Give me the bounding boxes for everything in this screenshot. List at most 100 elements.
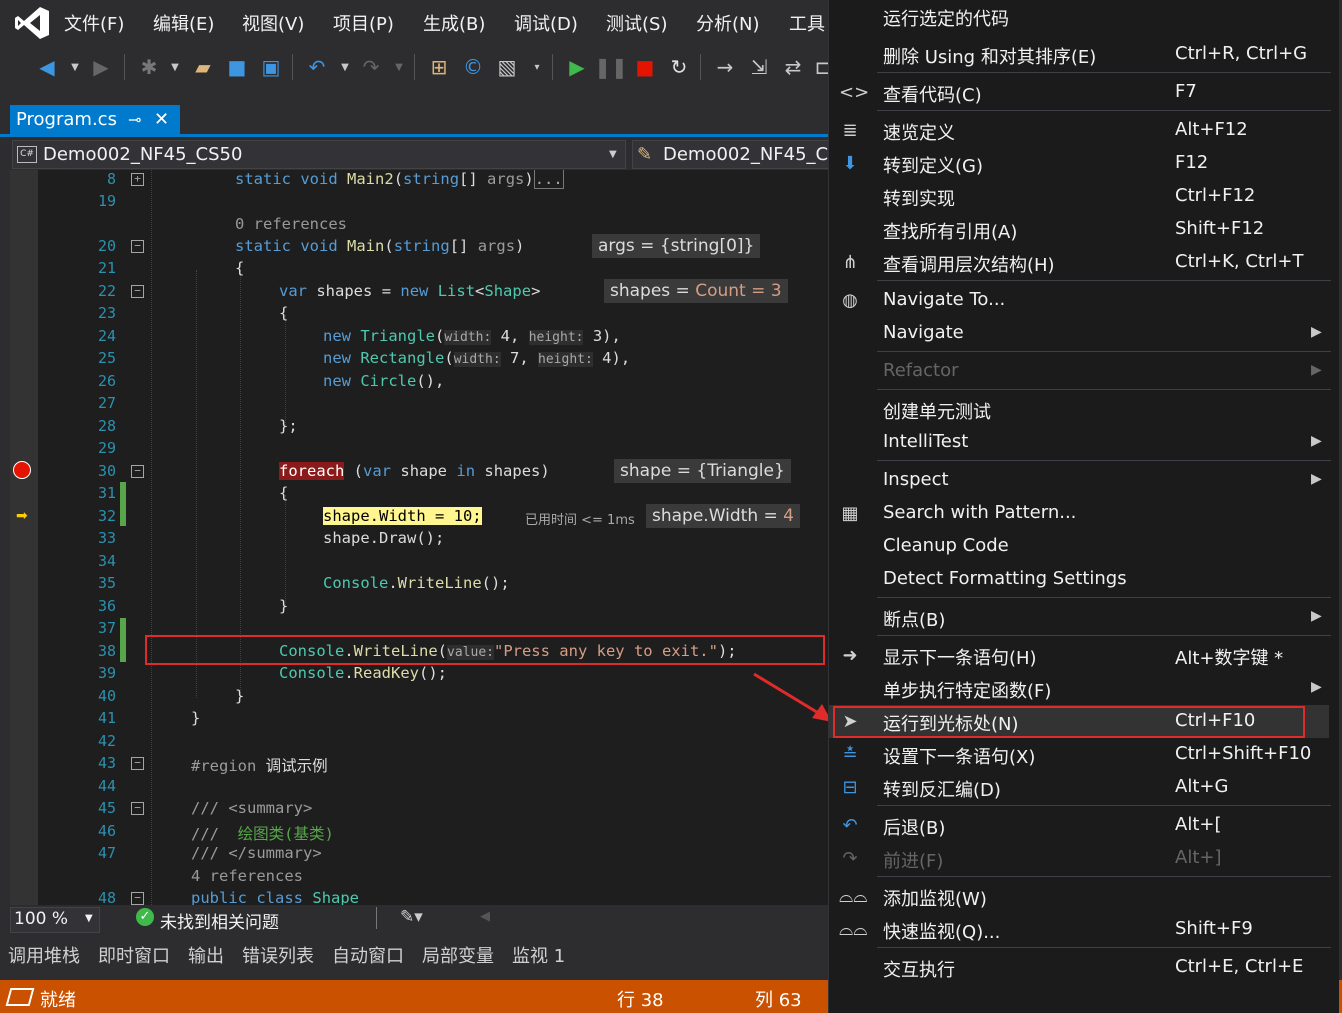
redo-dropdown-icon[interactable]: ▼ [386,54,412,80]
menu-item-set-next-statement[interactable]: ≛ 设置下一条语句(X) Ctrl+Shift+F10 [829,738,1329,771]
restart-icon[interactable]: ↻ [666,54,692,80]
code-editor[interactable]: ➡ 8 19 20 21 22 23 24 25 26 27 28 29 30 … [10,170,830,905]
datatip-shape[interactable]: shape = {Triangle} [614,459,791,483]
type-dropdown[interactable]: ✎ Demo002_NF45_CS [632,140,832,169]
menu-item-peek-definition[interactable]: ≣ 速览定义 Alt+F12 [829,114,1329,147]
perf-tip[interactable]: 已用时间 <= 1ms [525,509,635,528]
menu-item-inspect[interactable]: Inspect ▶ [829,464,1329,497]
menu-file[interactable]: 文件(F) [64,10,124,36]
expand-icon[interactable]: + [131,173,144,186]
menu-item-step-into-specific[interactable]: 单步执行特定函数(F) ▶ [829,672,1329,705]
menu-item-remove-usings[interactable]: 删除 Using 和对其排序(E) Ctrl+R, Ctrl+G [829,38,1329,71]
menu-item-execute-interactive[interactable]: 交互执行 Ctrl+E, Ctrl+E [829,951,1329,984]
collapse-icon[interactable]: − [131,802,144,815]
stop-icon[interactable]: ■ [632,54,658,80]
back-icon[interactable]: ◀ [34,54,60,80]
menu-item-go-to-definition[interactable]: ⬇ 转到定义(G) F12 [829,147,1329,180]
menu-item-show-next-statement[interactable]: ➜ 显示下一条语句(H) Alt+数字键 * [829,639,1329,672]
menu-item-breakpoint[interactable]: 断点(B) ▶ [829,601,1329,634]
menu-item-refactor[interactable]: Refactor ▶ [829,355,1329,388]
pause-icon[interactable]: ❚❚ [594,54,628,80]
zoom-dropdown[interactable]: 100 % ▼ [10,907,100,933]
pin-icon[interactable]: ⊸ [128,110,141,129]
code-line: { [235,259,245,277]
scroll-left-icon[interactable]: ◀ [480,909,490,924]
menu-project[interactable]: 项目(P) [333,10,394,36]
tab-call-stack[interactable]: 调用堆栈 [8,942,80,968]
datatip-args[interactable]: args = {string[0]} [592,234,761,258]
datatip-width[interactable]: shape.Width = 4 [646,504,800,528]
menu-item-view-code[interactable]: <> 查看代码(C) F7 [829,76,1329,109]
menu-item-call-hierarchy[interactable]: ⋔ 查看调用层次结构(H) Ctrl+K, Ctrl+T [829,246,1329,279]
menu-item-go-to-disassembly[interactable]: ⊟ 转到反汇编(D) Alt+G [829,771,1329,804]
menu-item-cleanup-code[interactable]: Cleanup Code [829,530,1329,563]
menu-debug[interactable]: 调试(D) [514,10,578,36]
menu-test[interactable]: 测试(S) [606,10,667,36]
glyph-margin[interactable] [10,170,38,905]
forward-icon[interactable]: ▶ [88,54,114,80]
collapse-icon[interactable]: − [131,465,144,478]
menu-item-go-to-implementation[interactable]: 转到实现 Ctrl+F12 [829,180,1329,213]
tab-locals[interactable]: 局部变量 [422,942,494,968]
find-in-files-icon[interactable]: ⊞ [426,54,452,80]
menu-tools[interactable]: 工具 [789,10,825,36]
issues-status[interactable]: 未找到相关问题 [160,908,279,933]
step-into-icon[interactable]: ⇲ [746,54,772,80]
tab-watch-1[interactable]: 监视 1 [512,942,565,968]
code-line: } [191,709,201,727]
tab-program-cs[interactable]: Program.cs ⊸ ✕ [10,105,180,136]
close-icon[interactable]: ✕ [154,109,169,130]
show-next-statement-icon[interactable]: → [712,54,738,80]
tab-output[interactable]: 输出 [188,942,224,968]
menu-item-intellitest[interactable]: IntelliTest ▶ [829,426,1329,459]
solution-icon[interactable]: ▧ [494,54,520,80]
back-dropdown-icon[interactable]: ▼ [62,54,88,80]
menu-item-find-all-references[interactable]: 查找所有引用(A) Shift+F12 [829,213,1329,246]
menu-item-search-with-pattern[interactable]: ▦ Search with Pattern... [829,497,1329,530]
menu-item-navigate-to[interactable]: ◍ Navigate To... [829,284,1329,317]
menu-edit[interactable]: 编辑(E) [153,10,214,36]
menu-analyze[interactable]: 分析(N) [696,10,760,36]
refresh-icon[interactable]: © [460,54,486,80]
menu-view[interactable]: 视图(V) [242,10,304,36]
collapse-icon[interactable]: − [131,285,144,298]
chevron-down-icon: ▼ [609,149,617,160]
step-over-icon[interactable]: ⇄ [780,54,806,80]
menu-item-create-unit-tests[interactable]: 创建单元测试 [829,393,1329,426]
menu-item-quick-watch[interactable]: ⌓⌓ 快速监视(Q)... Shift+F9 [829,913,1329,946]
save-icon[interactable]: ■ [224,54,250,80]
line-number: 22 [97,282,116,300]
tab-autos[interactable]: 自动窗口 [332,942,404,968]
tab-immediate[interactable]: 即时窗口 [98,942,170,968]
open-folder-icon[interactable]: ▰ [190,54,216,80]
menu-item-back[interactable]: ↶ 后退(B) Alt+[ [829,809,1329,842]
menu-item-add-watch[interactable]: ⌓⌓ 添加监视(W) [829,880,1329,913]
datatip-shapes[interactable]: shapes = Count = 3 [604,279,788,303]
codelens-references[interactable]: 0 references [235,215,347,233]
menu-item-forward[interactable]: ↷ 前进(F) Alt+] [829,842,1329,875]
collapse-icon[interactable]: − [131,757,144,770]
menu-item-run-selected[interactable]: 运行选定的代码 [829,0,1329,33]
menu-build[interactable]: 生成(B) [423,10,485,36]
menu-item-detect-formatting[interactable]: Detect Formatting Settings [829,563,1329,596]
status-line[interactable]: 行 38 [617,986,664,1012]
change-indicator [120,482,126,526]
new-project-icon[interactable]: ✱ [136,54,162,80]
codelens-references[interactable]: 4 references [191,867,303,885]
undo-dropdown-icon[interactable]: ▼ [332,54,358,80]
collapse-icon[interactable]: − [131,892,144,905]
collapse-icon[interactable]: − [131,240,144,253]
redo-icon[interactable]: ↷ [358,54,384,80]
undo-icon[interactable]: ↶ [304,54,330,80]
brush-icon[interactable]: ✎▾ [400,907,423,927]
breakpoint-icon[interactable] [13,461,31,479]
toolbar-overflow-icon[interactable]: ▾ [524,54,550,80]
save-all-icon[interactable]: ▣ [258,54,284,80]
menu-item-navigate[interactable]: Navigate ▶ [829,317,1329,350]
project-dropdown[interactable]: C# Demo002_NF45_CS50 ▼ [12,140,626,169]
status-column[interactable]: 列 63 [755,986,802,1012]
new-dropdown-icon[interactable]: ▼ [162,54,188,80]
continue-icon[interactable]: ▶ [564,54,590,80]
line-number: 39 [97,664,116,682]
tab-error-list[interactable]: 错误列表 [242,942,314,968]
